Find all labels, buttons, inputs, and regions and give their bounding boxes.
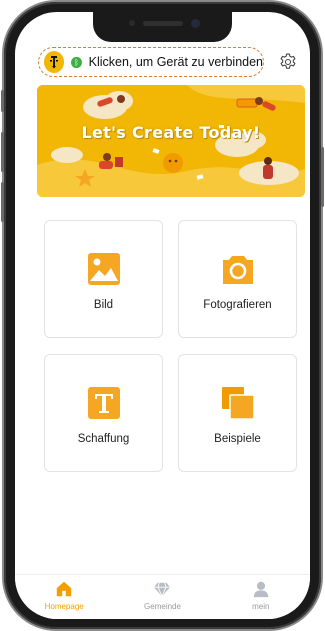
fotografieren-label: Fotografieren bbox=[203, 299, 272, 311]
bild-label: Bild bbox=[93, 299, 114, 311]
notch bbox=[93, 12, 232, 42]
pen-tool-icon bbox=[50, 56, 59, 69]
text-icon bbox=[87, 387, 120, 419]
schaffung-card[interactable]: Schaffung bbox=[44, 354, 163, 472]
sensor-dot bbox=[129, 20, 135, 26]
promo-banner[interactable]: Let's Create Today! bbox=[37, 85, 305, 197]
schaffung-label: Schaffung bbox=[77, 433, 130, 445]
gear-icon[interactable] bbox=[278, 52, 298, 72]
nav-mein[interactable]: mein bbox=[212, 575, 310, 619]
copy-icon bbox=[221, 387, 255, 420]
silent-switch bbox=[1, 90, 4, 112]
nav-gemeinde-label: Gemeinde bbox=[144, 602, 181, 611]
connect-device-button[interactable]: ᛒ Klicken, um Gerät zu verbinden bbox=[38, 47, 264, 77]
front-camera bbox=[191, 19, 200, 28]
app-logo-icon bbox=[44, 51, 65, 73]
power-button bbox=[321, 147, 324, 207]
beispiele-label: Beispiele bbox=[214, 433, 261, 445]
home-icon bbox=[56, 581, 72, 597]
bild-card[interactable]: Bild bbox=[44, 220, 163, 338]
bottom-nav: Homepage Gemeinde mein bbox=[15, 574, 310, 619]
nav-homepage-label: Homepage bbox=[44, 602, 84, 611]
diamond-icon bbox=[154, 582, 171, 597]
fotografieren-card[interactable]: Fotografieren bbox=[178, 220, 297, 338]
volume-up-button bbox=[1, 132, 4, 172]
phone-frame: ᛒ Klicken, um Gerät zu verbinden Let's C… bbox=[1, 2, 324, 629]
banner-title: Let's Create Today! bbox=[81, 123, 261, 142]
app-screen: ᛒ Klicken, um Gerät zu verbinden Let's C… bbox=[15, 12, 310, 619]
connect-device-label: Klicken, um Gerät zu verbinden bbox=[88, 55, 263, 69]
speaker-grille bbox=[143, 21, 183, 26]
header: ᛒ Klicken, um Gerät zu verbinden bbox=[15, 46, 310, 78]
nav-mein-label: mein bbox=[252, 602, 270, 611]
image-icon bbox=[87, 253, 120, 285]
nav-gemeinde[interactable]: Gemeinde bbox=[113, 575, 211, 619]
volume-down-button bbox=[1, 182, 4, 222]
beispiele-card[interactable]: Beispiele bbox=[178, 354, 297, 472]
nav-homepage[interactable]: Homepage bbox=[15, 575, 113, 619]
user-icon bbox=[253, 581, 269, 598]
bluetooth-status-icon: ᛒ bbox=[71, 56, 82, 68]
camera-icon bbox=[222, 256, 253, 284]
